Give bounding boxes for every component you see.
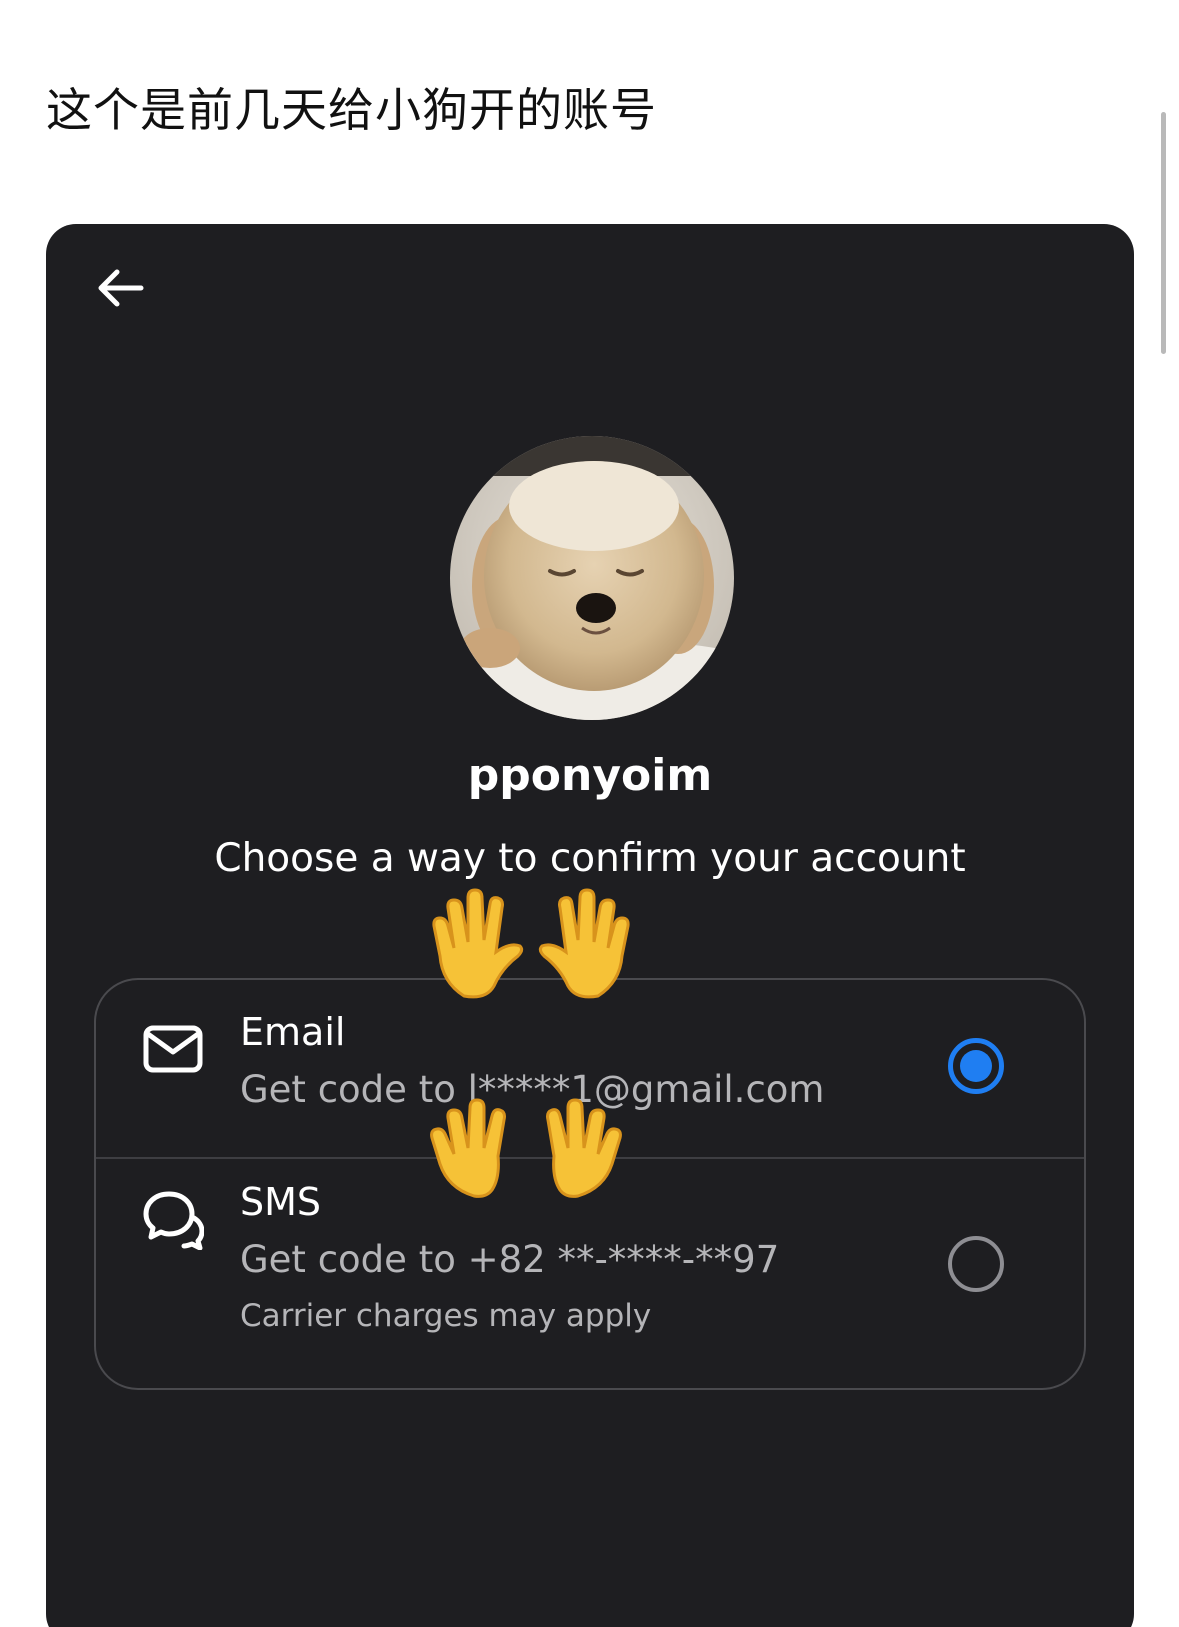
sms-option[interactable]: SMS Get code to +82 **-****-**97 Carrier… xyxy=(96,1158,1084,1388)
sms-radio-unselected[interactable] xyxy=(948,1236,1004,1292)
chat-bubbles-icon xyxy=(143,1191,204,1250)
confirm-options-group: Email Get code to l*****1@gmail.com SMS … xyxy=(94,978,1086,1390)
email-radio-selected[interactable] xyxy=(948,1038,1004,1094)
post-page: 这个是前几天给小狗开的账号 pponyoim Choose a way to c… xyxy=(0,0,1179,1627)
envelope-icon xyxy=(143,1025,203,1073)
arrow-left-icon xyxy=(98,269,144,307)
sms-option-title: SMS xyxy=(240,1180,322,1224)
email-option[interactable]: Email Get code to l*****1@gmail.com xyxy=(96,980,1084,1158)
sms-option-note: Carrier charges may apply xyxy=(240,1298,652,1334)
screenshot-panel: pponyoim Choose a way to confirm your ac… xyxy=(46,224,1134,1627)
puppy-avatar xyxy=(450,436,734,720)
page-scrollbar[interactable] xyxy=(1161,112,1166,354)
username: pponyoim xyxy=(467,750,713,801)
post-caption: 这个是前几天给小狗开的账号 xyxy=(46,83,657,137)
sms-option-detail: Get code to +82 **-****-**97 xyxy=(240,1238,780,1281)
email-option-title: Email xyxy=(240,1010,346,1054)
back-button[interactable] xyxy=(90,258,150,318)
email-option-detail: Get code to l*****1@gmail.com xyxy=(240,1068,825,1111)
page-subtitle: Choose a way to confirm your account xyxy=(214,836,966,881)
